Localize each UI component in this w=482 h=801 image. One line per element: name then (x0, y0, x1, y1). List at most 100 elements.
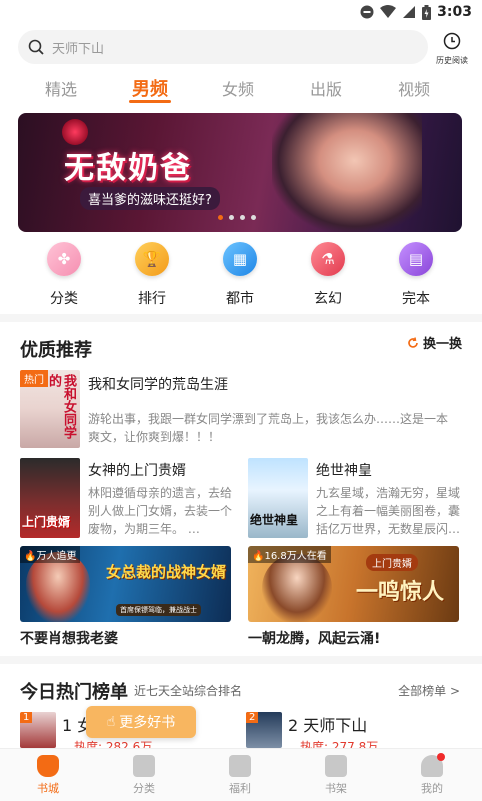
promo-art-text: 一鸣惊人 (356, 580, 445, 605)
nav-label: 书城 (37, 782, 59, 795)
category-label: 分类 (50, 291, 78, 307)
grid-icon (133, 755, 155, 777)
history-button[interactable]: 历史阅读 (432, 32, 472, 66)
cover-title-art: 绝世神皇 (250, 513, 299, 527)
hot-badge: 热门 (20, 370, 48, 387)
category-label: 都市 (226, 291, 254, 307)
status-bar: 3:03 (0, 0, 482, 26)
nav-wode[interactable]: 我的 (402, 753, 462, 796)
tab-nanpin[interactable]: 男频 (120, 75, 180, 101)
category-shortcuts: ✤ 分类 🏆 排行 ▦ 都市 ⚗ 玄幻 ▤ 完本 (0, 242, 482, 312)
category-wanben[interactable]: ▤ 完本 (386, 242, 446, 308)
promo-art-text: 女总裁的战神女婿 (106, 563, 227, 581)
rose-decoration (62, 119, 88, 145)
category-label: 排行 (138, 291, 166, 307)
readers-badge-text: 16.8万人在看 (264, 551, 327, 562)
tab-nvpin[interactable]: 女频 (208, 76, 268, 100)
ranked-book-cover[interactable]: 1 (20, 712, 56, 748)
refresh-label: 换一换 (422, 337, 462, 352)
more-books-button[interactable]: ☝ 更多好书 (86, 706, 196, 738)
hotlist-subtitle: 近七天全站综合排名 (134, 684, 243, 698)
refresh-icon (408, 336, 418, 348)
bottom-navigation: 书城 分类 福利 书架 我的 (0, 748, 482, 801)
nav-fuli[interactable]: 福利 (210, 755, 270, 796)
book-icon: ▤ (399, 242, 433, 276)
nav-label: 分类 (133, 782, 155, 795)
rank-badge: 1 (20, 712, 33, 723)
category-label: 完本 (402, 291, 430, 307)
channel-tabs: 精选 男频 女频 出版 视频 (0, 72, 482, 106)
bookstore-icon (37, 755, 59, 777)
promo-tagline: 上门贵婿 (366, 554, 418, 571)
nav-label: 书架 (325, 782, 347, 795)
notification-dot (437, 753, 445, 761)
rank-badge: 2 (246, 712, 259, 723)
search-icon (28, 39, 44, 55)
wifi-icon (380, 5, 397, 18)
book-desc: 九玄星域，浩瀚无穷，星域之上有着一幅美丽图卷，囊括亿万世界，无数星辰闪… (316, 486, 461, 536)
promo-caption[interactable]: 不要肖想我老婆 (20, 628, 118, 648)
pagination-dot (251, 215, 256, 220)
hand-icon: ☝ (106, 714, 116, 730)
book-cover[interactable]: 绝世神皇 (248, 458, 308, 538)
cover-title-art: 上门贵婿 (22, 515, 71, 529)
promo-character-art (262, 554, 332, 622)
category-xuanhuan[interactable]: ⚗ 玄幻 (298, 242, 358, 308)
search-bar[interactable]: 天师下山 (18, 30, 428, 64)
ranked-book-title[interactable]: 2 天师下山 (288, 712, 367, 736)
promo-caption[interactable]: 一朝龙腾，风起云涌! (248, 628, 380, 648)
dnd-icon (360, 5, 374, 19)
fire-icon: 🔥 (252, 551, 265, 562)
category-dushi[interactable]: ▦ 都市 (210, 242, 270, 308)
trophy-icon: 🏆 (135, 242, 169, 276)
cover-title-art: 我和女同学的 (46, 374, 76, 439)
tab-jingxuan[interactable]: 精选 (31, 76, 91, 100)
all-rankings-link[interactable]: 全部榜单 > (398, 682, 460, 699)
nav-fenlei[interactable]: 分类 (114, 755, 174, 796)
more-books-label: 更多好书 (119, 715, 176, 731)
banner-pagination (218, 215, 256, 220)
signal-icon (403, 6, 416, 18)
banner-title: 无敌奶爸 (64, 151, 192, 186)
readers-badge: 🔥万人追更 (20, 546, 81, 563)
building-icon: ▦ (223, 242, 257, 276)
hotlist-title: 今日热门榜单 (20, 682, 128, 703)
pagination-dot (218, 215, 223, 220)
category-label: 玄幻 (314, 291, 342, 307)
bookshelf-icon (325, 755, 347, 777)
category-fenlei[interactable]: ✤ 分类 (34, 242, 94, 308)
nav-shucheng[interactable]: 书城 (18, 755, 78, 796)
refresh-button[interactable]: 换一换 (407, 333, 462, 352)
promo-tagline: 首席保镖驾临，兼战战士 (116, 604, 201, 616)
fire-icon: 🔥 (24, 551, 37, 562)
potion-icon: ⚗ (311, 242, 345, 276)
tab-chuban[interactable]: 出版 (296, 76, 356, 100)
book-title[interactable]: 女神的上门贵婿 (88, 460, 186, 480)
quality-section-title: 优质推荐 (20, 340, 92, 361)
promo-banner[interactable]: 🔥16.8万人在看 上门贵婿 一鸣惊人 (248, 546, 459, 622)
section-divider (0, 314, 482, 322)
clover-icon: ✤ (47, 242, 81, 276)
status-icons: 3:03 (360, 4, 472, 20)
section-divider (0, 656, 482, 664)
readers-badge: 🔥16.8万人在看 (248, 546, 331, 563)
ranked-book-cover[interactable]: 2 (246, 712, 282, 748)
banner-subtitle: 喜当爹的滋味还挺好? (80, 187, 220, 210)
featured-book-cover[interactable]: 热门 我和女同学的 (20, 370, 80, 448)
nav-shujia[interactable]: 书架 (306, 755, 366, 796)
book-cover[interactable]: 上门贵婿 (20, 458, 80, 538)
featured-book-desc: 游轮出事，我跟一群女同学漂到了荒岛上，我该怎么办……这是一本爽文，让你爽到爆！！… (88, 412, 449, 444)
promo-banner[interactable]: 🔥万人追更 女总裁的战神女婿 首席保镖驾临，兼战战士 (20, 546, 231, 622)
nav-label: 福利 (229, 782, 251, 795)
nav-label: 我的 (421, 782, 443, 795)
history-label: 历史阅读 (436, 56, 468, 65)
category-paihang[interactable]: 🏆 排行 (122, 242, 182, 308)
tab-shipin[interactable]: 视频 (384, 76, 444, 100)
book-desc: 林阳遵循母亲的遗言，去给别人做上门女婿，去装一个废物，为期三年。 … (88, 486, 233, 536)
book-title[interactable]: 绝世神皇 (316, 460, 372, 480)
active-tab-indicator (129, 100, 171, 103)
banner-character-art (272, 113, 422, 232)
featured-book-title[interactable]: 我和女同学的荒岛生涯 (88, 374, 228, 394)
battery-icon (422, 4, 432, 20)
pagination-dot (229, 215, 234, 220)
